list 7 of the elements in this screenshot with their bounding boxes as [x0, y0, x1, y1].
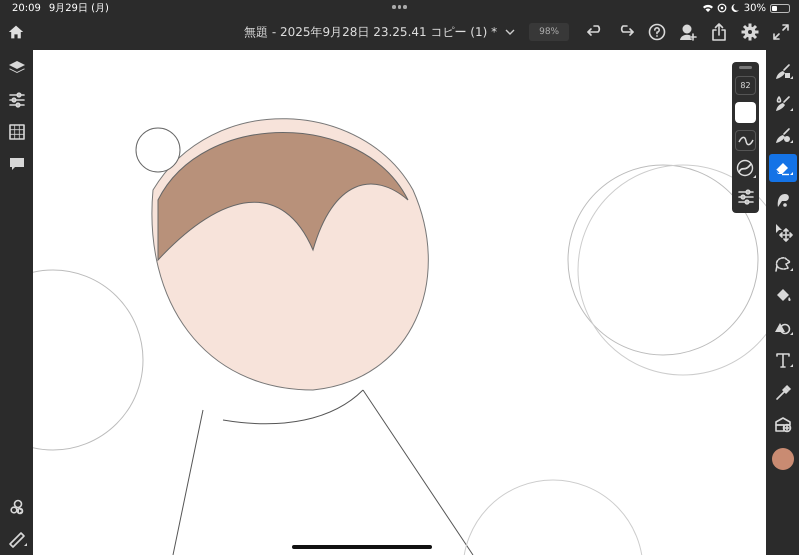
brush-size-field[interactable]: 82: [735, 76, 756, 95]
drawing-canvas[interactable]: 82: [33, 50, 766, 555]
status-date: 9月29日 (月): [48, 2, 109, 15]
status-time: 20:09: [12, 2, 41, 14]
document-title: 無題 - 2025年9月28日 23.25.41 コピー (1) *: [244, 24, 498, 40]
battery-percent: 30%: [744, 2, 766, 14]
zoom-level[interactable]: 98%: [529, 23, 570, 41]
